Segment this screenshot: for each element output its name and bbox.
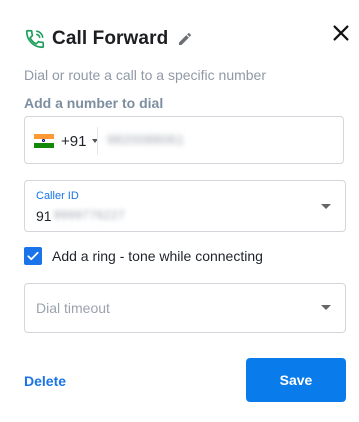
caller-id-label: Caller ID <box>36 190 79 202</box>
checkmark-icon <box>27 251 39 261</box>
caller-id-select[interactable]: Caller ID 91 9999776227 <box>24 180 346 232</box>
dialog-subtitle: Dial or route a call to a specific numbe… <box>24 67 266 83</box>
phone-forward-icon <box>25 29 45 49</box>
caller-id-prefix: 91 <box>36 208 52 224</box>
dial-timeout-placeholder: Dial timeout <box>36 300 110 316</box>
save-button[interactable]: Save <box>246 358 346 402</box>
caret-down-icon <box>321 204 331 209</box>
caller-id-number: 9999776227 <box>53 208 126 222</box>
country-code-select[interactable]: +91 <box>34 127 99 155</box>
caret-down-icon <box>321 305 331 310</box>
close-icon[interactable] <box>330 22 352 44</box>
ring-tone-checkbox[interactable] <box>24 247 42 265</box>
divider <box>97 127 98 155</box>
dialog-header: Call Forward <box>24 28 193 50</box>
caller-id-value: 91 9999776227 <box>36 208 125 224</box>
add-number-label: Add a number to dial <box>24 95 164 111</box>
pencil-icon[interactable] <box>177 31 193 47</box>
dial-timeout-select[interactable]: Dial timeout <box>24 283 346 333</box>
ring-tone-label: Add a ring - tone while connecting <box>52 248 263 264</box>
call-forward-dialog: Call Forward Dial or route a call to a s… <box>0 0 359 422</box>
dial-code: +91 <box>61 132 87 150</box>
dialog-title: Call Forward <box>52 28 169 49</box>
india-flag-icon <box>34 134 54 149</box>
phone-number-field: +91 9820088061 <box>24 116 344 164</box>
ring-tone-option[interactable]: Add a ring - tone while connecting <box>24 247 263 265</box>
delete-button[interactable]: Delete <box>24 373 66 389</box>
phone-number-input[interactable]: 9820088061 <box>107 132 184 147</box>
